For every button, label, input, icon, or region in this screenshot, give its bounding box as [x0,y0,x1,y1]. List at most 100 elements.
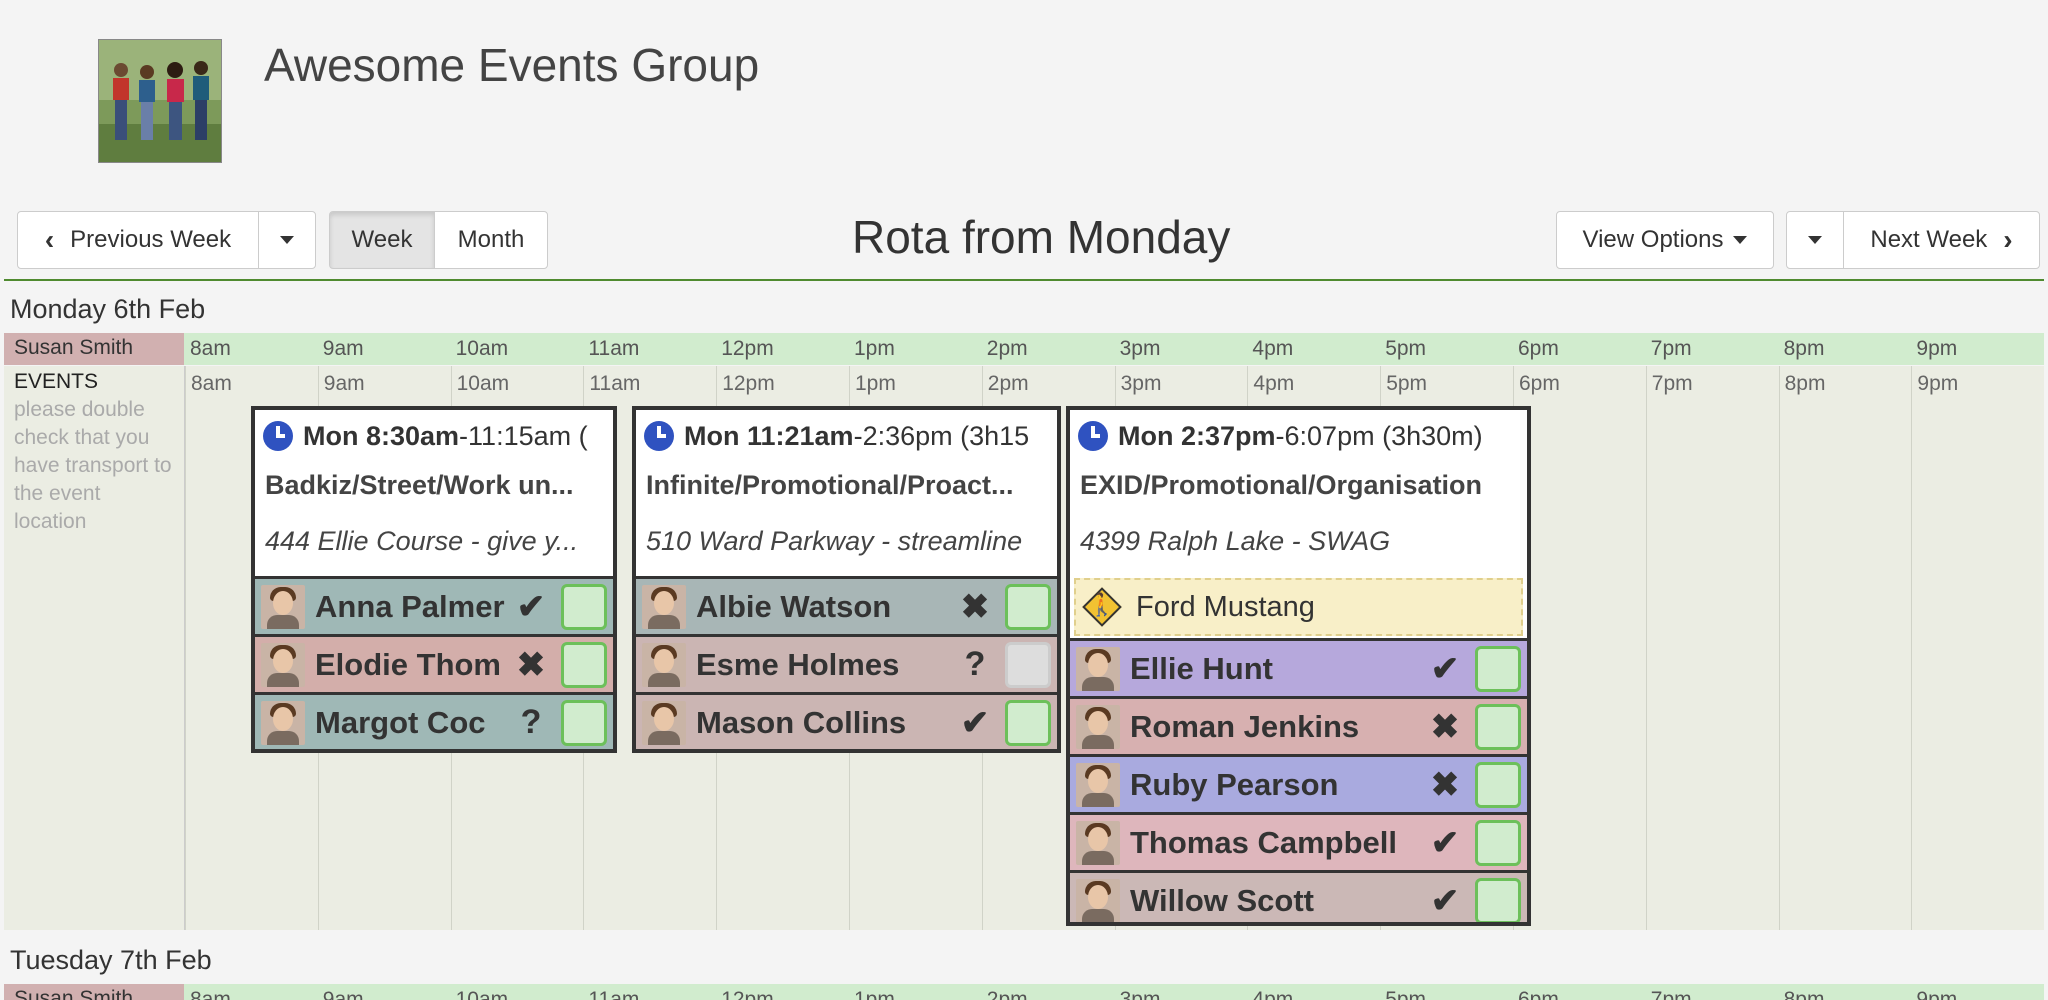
view-options-label: View Options [1582,226,1724,253]
confirm-checkbox[interactable] [1005,641,1051,688]
staff-row: Susan Smith 8am 9am 10am 11am 12pm 1pm 2pm 3pm 4… [4,984,2044,1000]
event-card[interactable]: Mon 8:30am -11:15am (Badkiz/Street/Work u… [251,406,617,753]
hour-gridline [1911,366,1913,930]
event-start: Mon 11:21am [684,420,854,451]
event-start: Mon 8:30am [303,420,460,451]
event-name: EXID/Promotional/Organisation [1080,470,1483,500]
hour-label: 8am [191,372,232,395]
person-row[interactable]: Willow Scott ✔ [1070,870,1527,922]
hour-label: 7pm [1650,337,1692,360]
hour-label: 8pm [1783,988,1825,1000]
confirm-checkbox[interactable] [1005,699,1051,746]
staff-hours: 8am 9am 10am 11am 12pm 1pm 2pm 3pm 4pm 5pm 6pm 7pm 8… [184,984,2044,1000]
hour-label: 1pm [854,337,895,360]
next-week-dropdown[interactable] [1786,211,1844,269]
chevron-right-icon: › [2003,224,2013,255]
person-name: Thomas Campbell [1130,824,1397,860]
clock-icon [1078,421,1108,451]
hour-label: 3pm [1119,988,1161,1000]
person-name: Esme Holmes [696,646,900,682]
hour-label: 8pm [1784,372,1826,395]
avatar [1076,646,1120,691]
person-name: Willow Scott [1130,882,1314,918]
app-title: Awesome Events Group [264,39,760,91]
next-week-button[interactable]: Next Week › [1843,211,2040,269]
hour-label: 9am [322,988,364,1000]
event-end: -6:07pm (3h30m) [1275,420,1483,451]
person-row[interactable]: Roman Jenkins ✖ [1070,696,1527,754]
hour-label: 12pm [721,988,774,1000]
vehicle-item[interactable]: 🚶 Ford Mustang [1074,578,1523,636]
status-icon: ✔ [516,587,546,626]
staff-name[interactable]: Susan Smith [4,984,184,1000]
hour-label: 6pm [1518,988,1559,1000]
confirm-checkbox[interactable] [1475,645,1521,692]
confirm-checkbox[interactable] [1005,583,1051,630]
person-row[interactable]: Margot Coc? [255,692,613,749]
person-name: Roman Jenkins [1130,708,1360,744]
hour-gridline [185,366,186,930]
month-view-button[interactable]: Month [434,211,548,269]
hour-label: 8am [190,988,231,1000]
person-row[interactable]: Mason Collins ✔ [636,692,1057,749]
hour-label: 10am [455,337,509,360]
day-title: Tuesday 7th Feb [10,945,212,975]
avatar [1076,820,1120,865]
week-view-button[interactable]: Week [329,211,435,269]
avatar [642,642,686,687]
event-location: 510 Ward Parkway - streamline [646,526,1023,556]
person-row[interactable]: Esme Holmes? [636,634,1057,692]
status-icon: ✔ [1430,649,1460,688]
event-end: -2:36pm (3h15 [853,420,1030,451]
confirm-checkbox[interactable] [1475,877,1521,922]
confirm-checkbox[interactable] [1475,819,1521,866]
confirm-checkbox[interactable] [1475,761,1521,808]
confirm-checkbox[interactable] [561,583,607,630]
confirm-checkbox[interactable] [561,699,607,746]
hour-gridline [1645,366,1647,930]
hour-label: 3pm [1120,372,1162,395]
hour-label: 5pm [1386,372,1428,395]
hour-label: 8pm [1783,337,1825,360]
person-row[interactable]: Ruby Pearson ✖ [1070,754,1527,812]
month-label: Month [457,226,525,253]
hour-label: 2pm [986,337,1028,360]
hour-label: 9pm [1917,372,1959,395]
avatar [642,584,686,629]
person-row[interactable]: Thomas Campbell ✔ [1070,812,1527,870]
staff-hours: 8am 9am 10am 11am 12pm 1pm 2pm 3pm 4pm 5pm 6pm 7pm 8… [184,333,2044,365]
person-name: Ruby Pearson [1130,766,1339,802]
status-icon: ✖ [1430,707,1460,746]
staff-name[interactable]: Susan Smith [4,333,184,365]
person-row[interactable]: Albie Watson ✖ [636,576,1057,634]
caret-down-icon [280,236,294,244]
person-name: Ellie Hunt [1130,650,1273,686]
confirm-checkbox[interactable] [561,641,607,688]
previous-week-dropdown[interactable] [258,211,316,269]
avatar [261,700,305,745]
confirm-checkbox[interactable] [1475,703,1521,750]
person-row[interactable]: Anna Palmer ✔ [255,576,613,634]
person-row[interactable]: Ellie Hunt ✔ [1070,638,1527,696]
toolbar-divider [4,279,2044,281]
hour-label: 11am [588,337,640,360]
staff-row: Susan Smith 8am 9am 10am 11am 12pm 1pm 2pm 3pm 4… [4,333,2044,365]
hour-label: 5pm [1385,337,1427,360]
view-options-button[interactable]: View Options [1556,211,1774,269]
event-card[interactable]: Mon 2:37pm -6:07pm (3h30m) EXID/Promotiona… [1066,406,1531,926]
events-label: EVENTS [14,370,99,393]
clock-icon [644,421,674,451]
hour-label: 4pm [1252,337,1294,360]
day-title: Monday 6th Feb [10,294,206,324]
event-time: Mon 11:21am -2:36pm (3h15 [636,410,1057,462]
event-location: 444 Ellie Course - give y... [265,526,579,556]
event-card[interactable]: Mon 11:21am -2:36pm (3h15 Infinite/Promoti… [632,406,1061,753]
previous-week-button[interactable]: ‹ Previous Week [17,211,259,269]
hour-label: 5pm [1385,988,1427,1000]
caret-down-icon [1808,236,1822,244]
person-row[interactable]: Elodie Thom ✖ [255,634,613,692]
group-logo [98,39,222,163]
hour-label: 10am [455,988,509,1000]
person-name: Albie Watson [696,588,892,624]
hour-label: 6pm [1518,337,1559,360]
